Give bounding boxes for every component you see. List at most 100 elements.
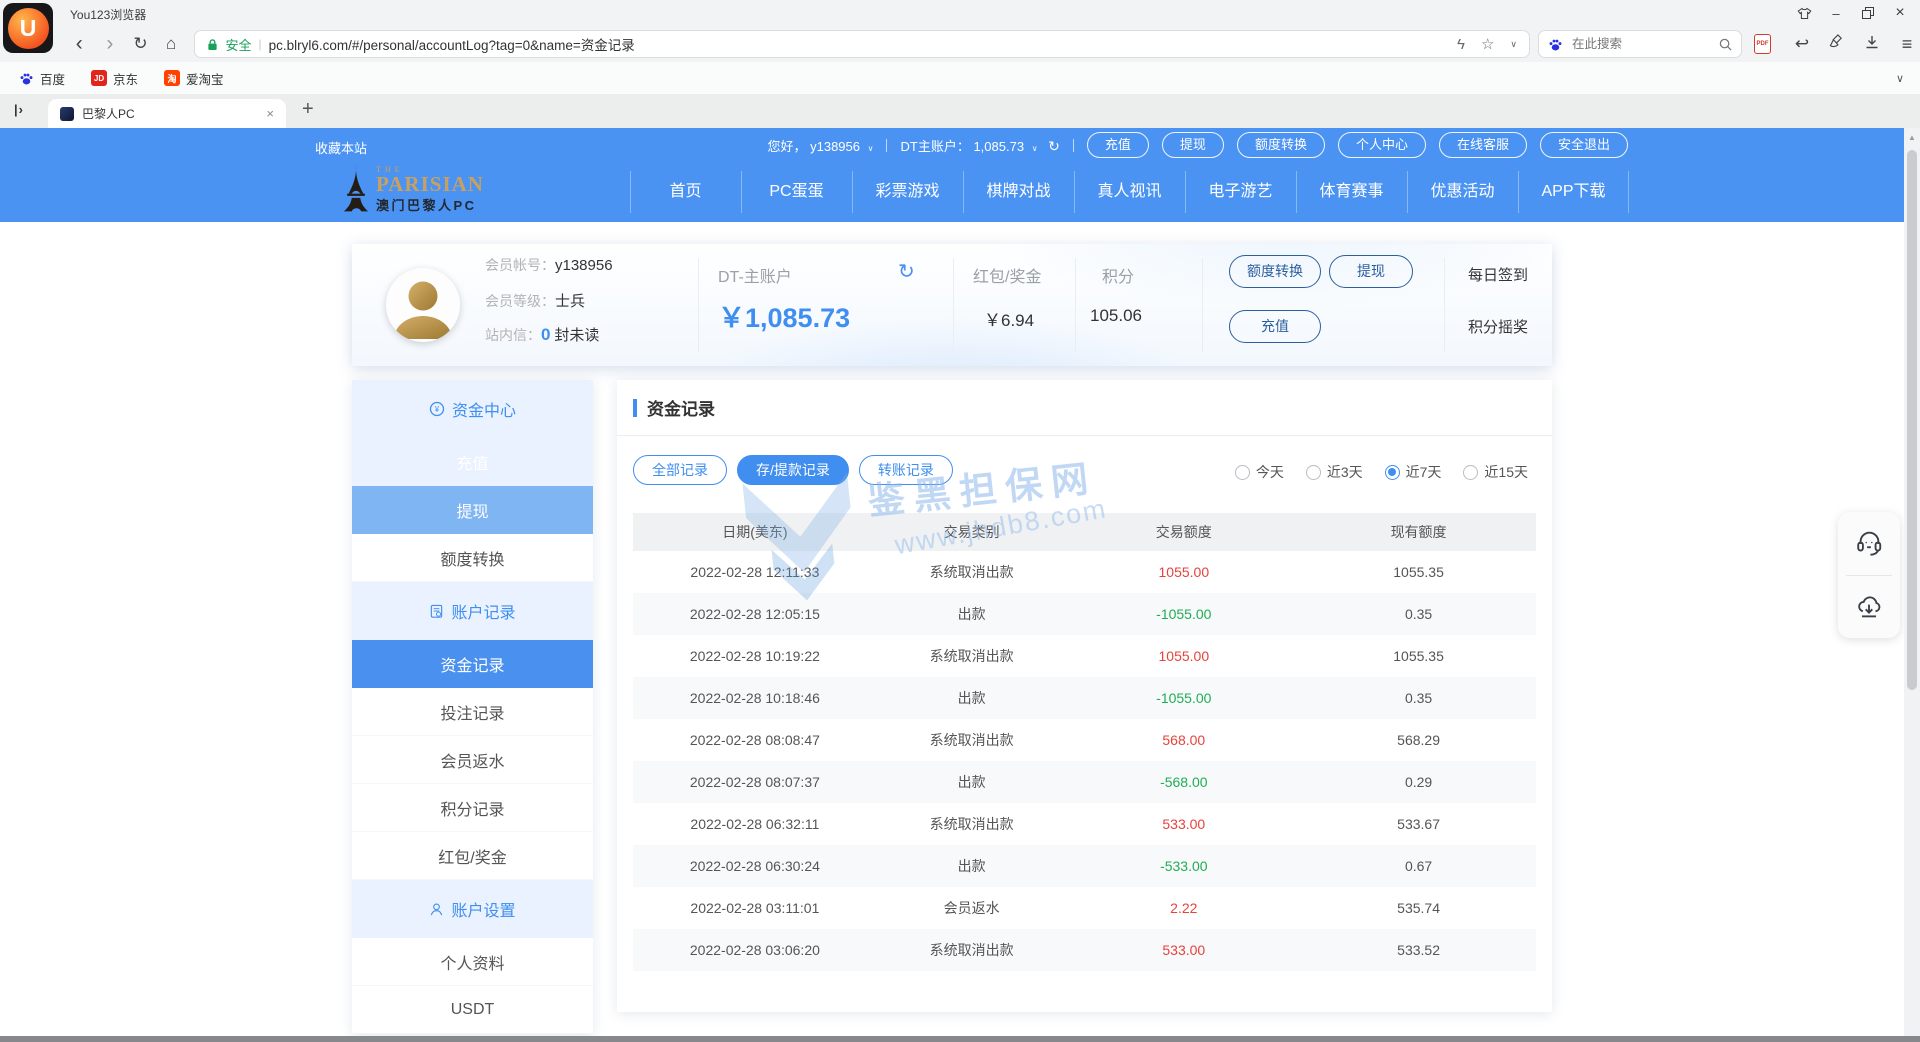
- nav-item-electronic-games[interactable]: 电子游艺: [1185, 162, 1296, 222]
- sidebar-item-points-record[interactable]: 积分记录: [352, 784, 593, 832]
- sidebar-item-member-rebate[interactable]: 会员返水: [352, 736, 593, 784]
- wallet-refresh-icon[interactable]: ↻: [898, 259, 915, 284]
- cell-date: 2022-02-28 08:07:37: [633, 774, 877, 790]
- filter-deposit-withdraw-records[interactable]: 存/提款记录: [737, 455, 849, 485]
- browser-menu-button[interactable]: U: [3, 3, 53, 53]
- home-icon[interactable]: ⌂: [156, 34, 187, 54]
- sidebar-item-bet-records[interactable]: 投注记录: [352, 688, 593, 736]
- scrollbar-thumb[interactable]: [1907, 150, 1917, 690]
- clean-brush-icon[interactable]: [1824, 34, 1850, 54]
- menu-icon[interactable]: ≡: [1894, 34, 1920, 55]
- refresh-balance-icon[interactable]: ↻: [1048, 138, 1060, 154]
- site-logo[interactable]: THE PARISIAN 澳门巴黎人PC: [342, 164, 484, 214]
- nav-item-pc-dandan[interactable]: PC蛋蛋: [741, 162, 852, 222]
- nav-item-home[interactable]: 首页: [630, 162, 741, 222]
- cell-transaction-type: 出款: [877, 772, 1067, 792]
- page-scrollbar[interactable]: ▲: [1904, 128, 1920, 1036]
- nav-item-sports-events[interactable]: 体育赛事: [1296, 162, 1407, 222]
- sidebar-item-label: 会员返水: [440, 748, 504, 772]
- sidebar-item-quota-transfer[interactable]: 额度转换: [352, 534, 593, 582]
- sidebar-item-redpacket-bonus[interactable]: 红包/奖金: [352, 832, 593, 880]
- deposit-button[interactable]: 充值: [1229, 310, 1321, 343]
- reload-icon[interactable]: ↻: [125, 34, 156, 54]
- nav-item-lottery-games[interactable]: 彩票游戏: [852, 162, 963, 222]
- sidebar-item-label: USDT: [451, 1001, 495, 1019]
- address-bar[interactable]: 安全 | pc.blryl6.com/#/personal/accountLog…: [194, 30, 1530, 58]
- radio-label: 今天: [1256, 462, 1284, 482]
- minimize-button[interactable]: –: [1820, 0, 1852, 26]
- bookmark-jd[interactable]: JD京东: [91, 69, 138, 88]
- forward-icon[interactable]: ›: [95, 32, 126, 56]
- quick-access-lightning-icon[interactable]: ϟ: [1457, 36, 1465, 53]
- search-box[interactable]: [1538, 30, 1742, 58]
- main-account-balance[interactable]: DT主账户： 1,085.73 ∨ ↻: [900, 136, 1059, 155]
- tab-close-icon[interactable]: ×: [266, 106, 274, 121]
- search-icon[interactable]: [1719, 38, 1732, 51]
- radio-last-15-days[interactable]: 近15天: [1463, 462, 1528, 482]
- download-icon[interactable]: [1859, 34, 1885, 54]
- points-lottery-link[interactable]: 积分摇奖: [1468, 316, 1528, 337]
- sidebar-item-account-records[interactable]: 账户记录: [352, 582, 593, 640]
- greeting-username[interactable]: 您好， y138956 ∨: [767, 136, 873, 155]
- sidebar-item-profile[interactable]: 个人资料: [352, 938, 593, 986]
- cell-transaction-type: 系统取消出款: [877, 814, 1067, 834]
- chevron-down-icon[interactable]: ∨: [1510, 39, 1517, 50]
- radio-last-3-days[interactable]: 近3天: [1306, 462, 1363, 482]
- new-tab-button[interactable]: +: [302, 98, 314, 121]
- withdraw-button[interactable]: 提现: [1162, 132, 1224, 158]
- pdf-tool-icon[interactable]: PDF: [1754, 34, 1780, 54]
- safe-logout-button[interactable]: 安全退出: [1540, 132, 1628, 158]
- undo-closed-tab-icon[interactable]: ↩: [1789, 34, 1815, 54]
- nav-item-app-download[interactable]: APP下载: [1518, 162, 1629, 222]
- member-mail-row[interactable]: 站内信：0 封未读: [485, 324, 599, 345]
- sidebar-item-deposit[interactable]: 充值: [352, 438, 593, 486]
- close-button[interactable]: ×: [1884, 0, 1916, 26]
- nav-item-promotions[interactable]: 优惠活动: [1407, 162, 1518, 222]
- filter-transfer-records[interactable]: 转账记录: [859, 455, 953, 485]
- bookmarks-bar: 百度 JD京东 淘爱淘宝 ∨: [0, 62, 1920, 94]
- greeting-text: 您好，: [767, 139, 806, 154]
- bookmark-baidu[interactable]: 百度: [18, 69, 65, 88]
- member-level-row: 会员等级：士兵: [485, 290, 585, 311]
- cell-transaction-amount: 533.00: [1066, 816, 1301, 832]
- sidebar-toggle-icon[interactable]: |›: [14, 102, 24, 117]
- tab-parisian[interactable]: 巴黎人PC ×: [48, 99, 286, 128]
- nav-item-live-video[interactable]: 真人视讯: [1074, 162, 1185, 222]
- search-input[interactable]: [1570, 36, 1712, 52]
- user-topbar: 您好， y138956 ∨ DT主账户： 1,085.73 ∨ ↻ 充值提现额度…: [767, 132, 1628, 158]
- skin-theme-icon[interactable]: [1788, 0, 1820, 26]
- personal-center-button[interactable]: 个人中心: [1338, 132, 1426, 158]
- cell-date: 2022-02-28 12:11:33: [633, 564, 877, 580]
- back-icon[interactable]: ‹: [64, 32, 95, 56]
- withdraw-button[interactable]: 提现: [1329, 255, 1413, 288]
- cell-transaction-amount: -1055.00: [1066, 606, 1301, 622]
- logo-subtitle: 澳门巴黎人PC: [376, 195, 484, 214]
- scroll-up-icon[interactable]: ▲: [1904, 133, 1920, 142]
- bookmarks-collapse-icon[interactable]: ∨: [1896, 72, 1904, 85]
- quota-transfer-button[interactable]: 额度转换: [1237, 132, 1325, 158]
- customer-service-icon[interactable]: [1838, 512, 1900, 575]
- filter-all-records[interactable]: 全部记录: [633, 455, 727, 485]
- bonus-value: ￥6.94: [984, 306, 1034, 331]
- deposit-button[interactable]: 充值: [1087, 132, 1149, 158]
- radio-last-7-days[interactable]: 近7天: [1385, 462, 1442, 482]
- online-service-button[interactable]: 在线客服: [1439, 132, 1527, 158]
- daily-signin-link[interactable]: 每日签到: [1468, 264, 1528, 285]
- quota-transfer-button[interactable]: 额度转换: [1229, 255, 1321, 288]
- nav-item-board-battle[interactable]: 棋牌对战: [963, 162, 1074, 222]
- restore-button[interactable]: [1852, 0, 1884, 26]
- bookmark-star-icon[interactable]: ☆: [1481, 35, 1494, 53]
- bookmark-taobao[interactable]: 淘爱淘宝: [164, 69, 224, 88]
- points-label: 积分: [1102, 263, 1134, 287]
- sidebar-item-account-settings[interactable]: 账户设置: [352, 880, 593, 938]
- sidebar-item-usdt[interactable]: USDT: [352, 986, 593, 1034]
- sidebar-item-label: 账户设置: [451, 897, 515, 921]
- radio-today[interactable]: 今天: [1235, 462, 1284, 482]
- sidebar-item-label: 红包/奖金: [438, 844, 506, 868]
- sidebar-item-withdraw[interactable]: 提现: [352, 486, 593, 534]
- sidebar-item-funds-record[interactable]: 资金记录: [352, 640, 593, 688]
- favorite-site-link[interactable]: 收藏本站: [315, 138, 367, 157]
- app-download-cloud-icon[interactable]: [1838, 576, 1900, 639]
- cell-current-balance: 0.29: [1301, 774, 1536, 790]
- sidebar-item-funds-center[interactable]: ¥资金中心: [352, 380, 593, 438]
